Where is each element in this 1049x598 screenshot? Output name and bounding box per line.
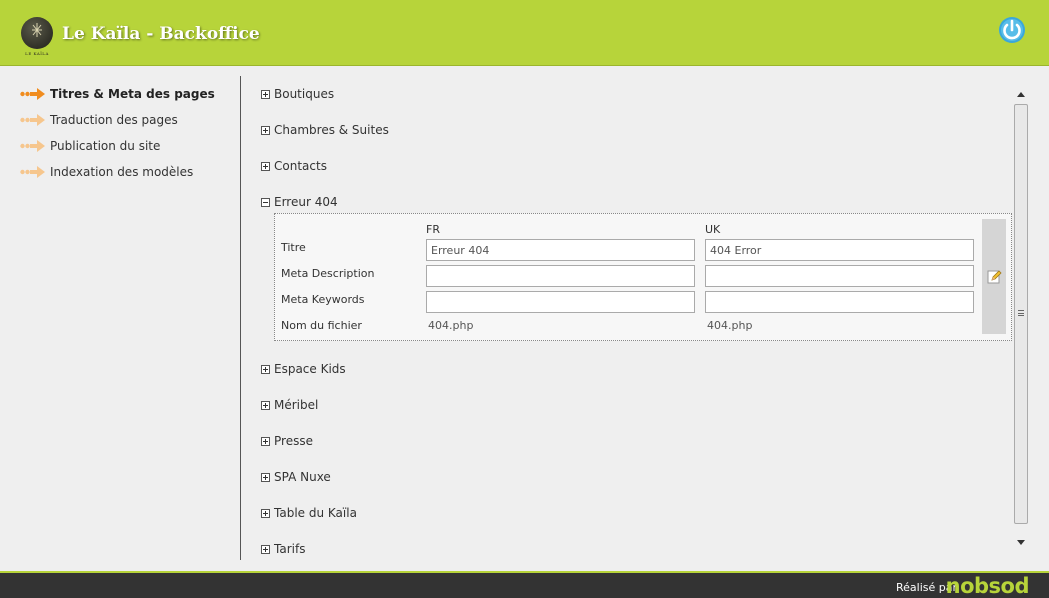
logo-mark-icon [32, 23, 42, 37]
group-label: Méribel [274, 398, 319, 412]
titre-fr-input[interactable] [426, 239, 695, 261]
group-label: Table du Kaïla [274, 506, 357, 520]
group-label: Boutiques [274, 87, 335, 101]
fichier-fr-value: 404.php [428, 319, 474, 332]
fichier-uk-value: 404.php [707, 319, 753, 332]
group-espace-kids[interactable]: Espace Kids [261, 360, 346, 378]
grip-icon [1018, 310, 1024, 316]
app-title: Le Kaïla - Backoffice [62, 24, 260, 44]
meta-description-label: Meta Description [281, 267, 375, 280]
group-spa-nuxe[interactable]: SPA Nuxe [261, 468, 331, 486]
expand-plus-icon[interactable] [261, 544, 270, 554]
group-boutiques[interactable]: Boutiques [261, 85, 334, 103]
sidebar-item-label: Traduction des pages [50, 113, 178, 127]
group-label: Erreur 404 [274, 195, 338, 209]
column-header-fr: FR [426, 223, 440, 236]
meta-description-uk-input[interactable] [705, 265, 974, 287]
logo-text: LE KAÏLA [25, 51, 49, 56]
app-footer: Réalisé par nobsod [0, 571, 1049, 598]
sidebar-item-label: Titres & Meta des pages [50, 87, 215, 101]
group-label: SPA Nuxe [274, 470, 331, 484]
expand-plus-icon[interactable] [261, 436, 270, 446]
sidebar-item-label: Publication du site [50, 139, 161, 153]
sidebar-item-indexation[interactable]: Indexation des modèles [20, 162, 193, 182]
expand-plus-icon[interactable] [261, 508, 270, 518]
expand-plus-icon[interactable] [261, 400, 270, 410]
scroll-thumb[interactable] [1014, 104, 1028, 524]
group-label: Tarifs [274, 542, 306, 556]
meta-description-fr-input[interactable] [426, 265, 695, 287]
arrow-right-icon [20, 166, 45, 178]
sidebar-item-publication[interactable]: Publication du site [20, 136, 160, 156]
page-list: Boutiques Chambres & Suites Contacts Err… [241, 66, 1013, 571]
scroll-down-arrow-icon[interactable] [1017, 540, 1025, 545]
pencil-edit-icon [987, 270, 1002, 284]
app-header: LE KAÏLA Le Kaïla - Backoffice [0, 0, 1049, 66]
scroll-up-arrow-icon[interactable] [1017, 92, 1025, 97]
column-header-uk: UK [705, 223, 721, 236]
nobsod-brand-logo[interactable]: nobsod [946, 574, 1030, 598]
arrow-right-icon [20, 88, 45, 100]
group-table-du-kaila[interactable]: Table du Kaïla [261, 504, 357, 522]
expand-plus-icon[interactable] [261, 125, 270, 135]
meta-keywords-fr-input[interactable] [426, 291, 695, 313]
group-erreur-404[interactable]: Erreur 404 [261, 193, 338, 211]
nom-fichier-label: Nom du fichier [281, 319, 362, 332]
meta-keywords-uk-input[interactable] [705, 291, 974, 313]
expand-plus-icon[interactable] [261, 472, 270, 482]
sidebar-item-traduction[interactable]: Traduction des pages [20, 110, 178, 130]
arrow-right-icon [20, 114, 45, 126]
collapse-minus-icon[interactable] [261, 197, 270, 207]
content-scrollbar[interactable] [1013, 86, 1029, 551]
group-tarifs[interactable]: Tarifs [261, 540, 305, 558]
titre-uk-input[interactable] [705, 239, 974, 261]
group-meribel[interactable]: Méribel [261, 396, 318, 414]
arrow-right-icon [20, 140, 45, 152]
erreur-404-panel: FR UK Titre Meta Description Meta Keywor… [274, 213, 1012, 341]
expand-plus-icon[interactable] [261, 161, 270, 171]
edit-button[interactable] [982, 219, 1006, 334]
sidebar: Titres & Meta des pages Traduction des p… [0, 66, 240, 571]
group-contacts[interactable]: Contacts [261, 157, 327, 175]
group-label: Contacts [274, 159, 327, 173]
titre-label: Titre [281, 241, 306, 254]
power-icon[interactable] [997, 15, 1027, 45]
group-label: Presse [274, 434, 313, 448]
expand-plus-icon[interactable] [261, 89, 270, 99]
group-label: Chambres & Suites [274, 123, 389, 137]
expand-plus-icon[interactable] [261, 364, 270, 374]
sidebar-item-label: Indexation des modèles [50, 165, 194, 179]
group-chambres-suites[interactable]: Chambres & Suites [261, 121, 389, 139]
meta-keywords-label: Meta Keywords [281, 293, 365, 306]
group-label: Espace Kids [274, 362, 346, 376]
kaila-logo: LE KAÏLA [21, 17, 53, 56]
group-presse[interactable]: Presse [261, 432, 313, 450]
sidebar-item-titres-meta[interactable]: Titres & Meta des pages [20, 84, 215, 104]
